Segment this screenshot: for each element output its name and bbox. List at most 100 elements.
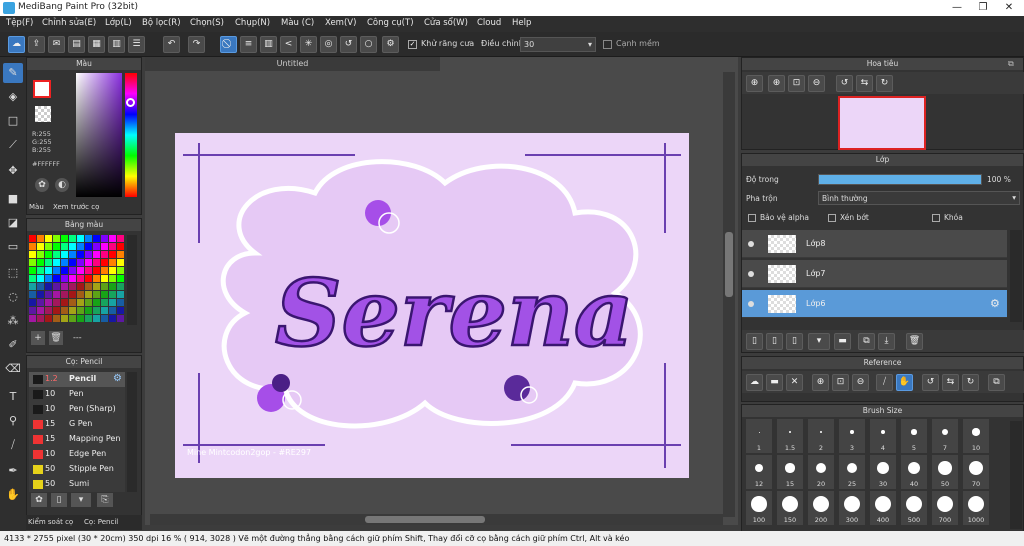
swatch-cell[interactable] (77, 291, 84, 298)
brush-size-cell[interactable]: 400 (870, 491, 896, 525)
swatch-cell[interactable] (109, 243, 116, 250)
swatch-cell[interactable] (45, 251, 52, 258)
ring-snap-icon[interactable]: ○ (360, 36, 377, 53)
select-pen-tool-icon[interactable]: ✐ (3, 335, 23, 355)
settings-icon[interactable]: ⚙ (382, 36, 399, 53)
undo-icon[interactable]: ↶ (163, 36, 180, 53)
grid-icon[interactable]: ▥ (108, 36, 125, 53)
ref-eyedropper-icon[interactable]: ⧸ (876, 374, 893, 391)
swatch-cell[interactable] (109, 251, 116, 258)
tab-brush-control[interactable]: Kiểm soát cọ (28, 518, 73, 526)
brush-size-cell[interactable]: 500 (901, 491, 927, 525)
swatch-cell[interactable] (69, 299, 76, 306)
rotate-right-icon[interactable]: ↻ (876, 75, 893, 92)
ref-fit-icon[interactable]: ⊡ (832, 374, 849, 391)
doc-icon[interactable]: ▦ (88, 36, 105, 53)
swatch-cell[interactable] (109, 307, 116, 314)
new-brush-icon[interactable]: ▯ (51, 493, 67, 507)
swatch-cell[interactable] (37, 299, 44, 306)
swatch-cell[interactable] (69, 267, 76, 274)
export-icon[interactable]: ⇪ (28, 36, 45, 53)
eye-icon[interactable] (748, 301, 754, 307)
swatch-cell[interactable] (45, 243, 52, 250)
panel-popout-icon[interactable]: ⧉ (1008, 59, 1014, 69)
swatch-cell[interactable] (101, 243, 108, 250)
menu-layer[interactable]: Lớp(L) (105, 18, 132, 28)
menu-help[interactable]: Help (512, 18, 531, 28)
swatch-cell[interactable] (109, 259, 116, 266)
close-button[interactable]: ✕ (996, 0, 1022, 16)
brush-preset-icon[interactable]: ✿ (31, 493, 47, 507)
brush-size-cell[interactable]: 1 (746, 419, 772, 453)
open-folder-icon[interactable]: ▬ (766, 374, 783, 391)
swatch-cell[interactable] (93, 243, 100, 250)
move-tool-icon[interactable]: ✥ (3, 161, 23, 181)
swatch-cell[interactable] (93, 251, 100, 258)
brush-size-cell[interactable]: 10 (963, 419, 989, 453)
fill-rect-tool-icon[interactable]: ■ (3, 189, 23, 209)
swatch-cell[interactable] (61, 291, 68, 298)
swatch-cell[interactable] (93, 299, 100, 306)
brush-size-cell[interactable]: 100 (746, 491, 772, 525)
swatch-cell[interactable] (77, 315, 84, 322)
swatch-cell[interactable] (29, 235, 36, 242)
eraser-tool-icon[interactable]: ◈ (3, 87, 23, 107)
swatch-cell[interactable] (37, 259, 44, 266)
swatch-cell[interactable] (69, 243, 76, 250)
new-halftone-layer-icon[interactable]: ▯ (766, 333, 783, 350)
swatch-cell[interactable] (93, 235, 100, 242)
menu-capture[interactable]: Chụp(N) (235, 18, 270, 28)
swatch-cell[interactable] (101, 235, 108, 242)
swatch-cell[interactable] (37, 243, 44, 250)
merge-down-icon[interactable]: ⤓ (878, 333, 895, 350)
gradient-tool-icon[interactable]: ▭ (3, 237, 23, 257)
brush-size-cell[interactable]: 200 (808, 491, 834, 525)
swatch-cell[interactable] (93, 283, 100, 290)
brush-scrollbar[interactable] (127, 372, 137, 492)
swatch-cell[interactable] (101, 259, 108, 266)
brush-size-cell[interactable]: 5 (901, 419, 927, 453)
swatch-cell[interactable] (45, 283, 52, 290)
layer-scrollbar[interactable] (1010, 230, 1022, 322)
hue-handle[interactable] (126, 98, 135, 107)
menu-color[interactable]: Màu (C) (281, 18, 314, 28)
swatch-cell[interactable] (93, 267, 100, 274)
swatch-cell[interactable] (117, 315, 124, 322)
snap-off-icon[interactable]: ⃠ (220, 36, 237, 53)
swatch-cell[interactable] (53, 275, 60, 282)
swatch-cell[interactable] (37, 275, 44, 282)
swatch-cell[interactable] (85, 251, 92, 258)
swatch-cell[interactable] (117, 235, 124, 242)
ref-copy-icon[interactable]: ⧉ (988, 374, 1005, 391)
navigator-thumbnail[interactable] (838, 96, 926, 150)
brush-size-cell[interactable]: 700 (932, 491, 958, 525)
swatch-cell[interactable] (77, 275, 84, 282)
swatch-cell[interactable] (93, 291, 100, 298)
swatch-cell[interactable] (77, 299, 84, 306)
swatch-cell[interactable] (77, 259, 84, 266)
brush-size-cell[interactable]: 7 (932, 419, 958, 453)
rotate-left-icon[interactable]: ↺ (836, 75, 853, 92)
clipping-checkbox[interactable] (828, 214, 836, 222)
swatch-cell[interactable] (45, 235, 52, 242)
swatch-cell[interactable] (85, 299, 92, 306)
list-icon[interactable]: ☰ (128, 36, 145, 53)
swatch-cell[interactable] (61, 251, 68, 258)
brush-item[interactable]: 1.2 Pencil ⚙ (29, 372, 125, 387)
ref-zoom-in-icon[interactable]: ⊕ (812, 374, 829, 391)
swatch-cell[interactable] (69, 315, 76, 322)
new-8bit-layer-icon[interactable]: ▯ (786, 333, 803, 350)
gear-icon[interactable]: ⚙ (990, 297, 1000, 310)
swatch-cell[interactable] (85, 243, 92, 250)
swatch-cell[interactable] (85, 235, 92, 242)
swatch-cell[interactable] (45, 259, 52, 266)
swatch-cell[interactable] (101, 267, 108, 274)
swatch-cell[interactable] (53, 259, 60, 266)
swatch-cell[interactable] (117, 251, 124, 258)
swatch-cell[interactable] (109, 315, 116, 322)
swatch-cell[interactable] (61, 283, 68, 290)
cross-snap-icon[interactable]: ▥ (260, 36, 277, 53)
add-layer-menu-icon[interactable]: ▾ (808, 333, 830, 350)
bucket-tool-icon[interactable]: ◪ (3, 213, 23, 233)
swatch-cell[interactable] (85, 259, 92, 266)
